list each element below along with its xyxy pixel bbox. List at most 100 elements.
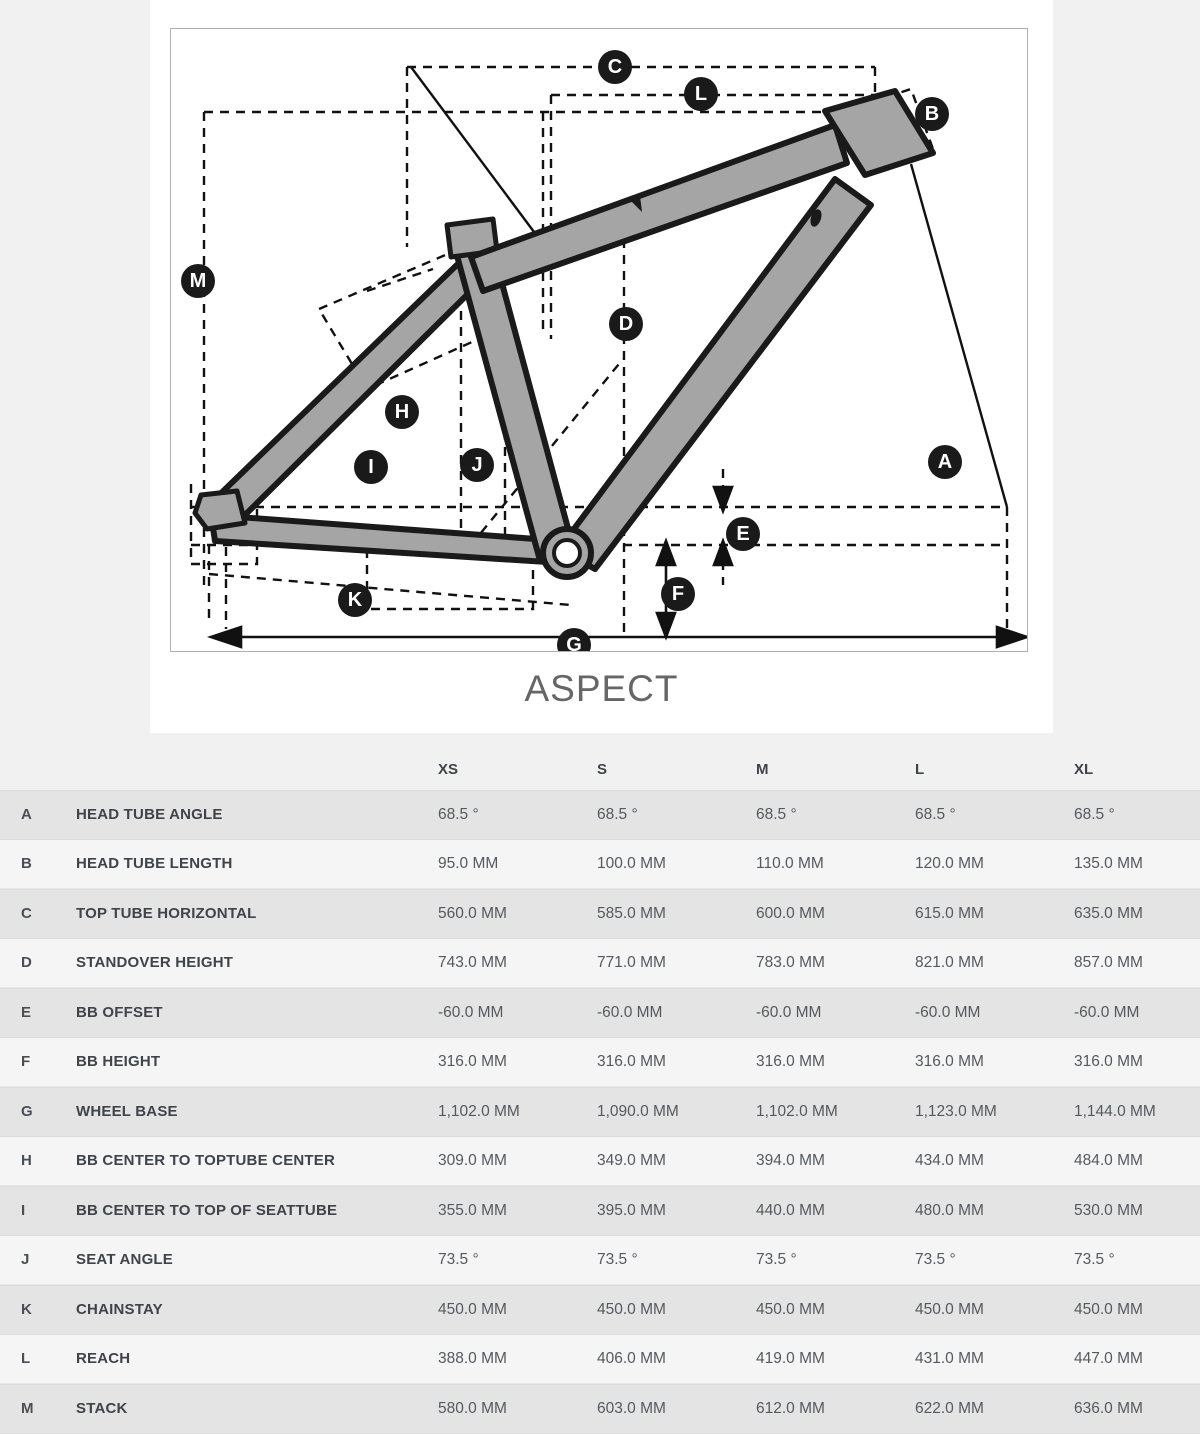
table-row: D STANDOVER HEIGHT 743.0 MM 771.0 MM 783.0 M…: [0, 938, 1200, 988]
table-row: G WHEEL BASE 1,102.0 MM 1,090.0 MM 1,102.0 M…: [0, 1087, 1200, 1137]
row-label: SEAT ANGLE: [76, 1251, 174, 1269]
table-header-size-xl: XL: [1074, 761, 1094, 778]
row-value-s: 73.5 °: [597, 1250, 638, 1268]
row-key: K: [21, 1301, 32, 1319]
row-value-xs: 316.0 MM: [438, 1052, 507, 1070]
bike-geometry-drawing: [189, 65, 1027, 649]
row-key: I: [21, 1202, 26, 1220]
geometry-diagram-card: ABCDEFGHIJKLM ASPECT: [150, 0, 1053, 733]
diagram-marker-i: I: [354, 450, 388, 484]
row-value-s: 603.0 MM: [597, 1399, 666, 1417]
row-value-s: 406.0 MM: [597, 1349, 666, 1367]
diagram-marker-j: J: [460, 448, 494, 482]
row-value-xs: 388.0 MM: [438, 1349, 507, 1367]
row-value-xl: 135.0 MM: [1074, 854, 1143, 872]
table-row: A HEAD TUBE ANGLE 68.5 ° 68.5 ° 68.5 ° 68.5 °…: [0, 790, 1200, 840]
row-value-l: 120.0 MM: [915, 854, 984, 872]
row-value-l: 316.0 MM: [915, 1052, 984, 1070]
row-value-s: 68.5 °: [597, 805, 638, 823]
row-label: BB HEIGHT: [76, 1053, 161, 1071]
table-row: E BB OFFSET -60.0 MM -60.0 MM -60.0 MM -60.0 …: [0, 988, 1200, 1038]
row-value-xl: 1,144.0 MM: [1074, 1102, 1156, 1120]
table-row: J SEAT ANGLE 73.5 ° 73.5 ° 73.5 ° 73.5 ° 73.5 …: [0, 1235, 1200, 1285]
bb-offset-height-arrows: [655, 485, 734, 641]
table-row: K CHAINSTAY 450.0 MM 450.0 MM 450.0 MM 450.0 …: [0, 1285, 1200, 1335]
row-value-l: 821.0 MM: [915, 953, 984, 971]
row-value-m: 73.5 °: [756, 1250, 797, 1268]
row-value-xl: 530.0 MM: [1074, 1201, 1143, 1219]
row-value-xl: 857.0 MM: [1074, 953, 1143, 971]
diagram-marker-a: A: [928, 445, 962, 479]
row-key: F: [21, 1053, 31, 1071]
frame-silhouette: [192, 88, 936, 580]
row-value-m: 316.0 MM: [756, 1052, 825, 1070]
row-value-s: 100.0 MM: [597, 854, 666, 872]
row-value-xs: 73.5 °: [438, 1250, 479, 1268]
row-value-s: 585.0 MM: [597, 904, 666, 922]
row-value-m: 440.0 MM: [756, 1201, 825, 1219]
row-value-l: 431.0 MM: [915, 1349, 984, 1367]
row-value-s: 1,090.0 MM: [597, 1102, 679, 1120]
table-header-row: XS S M L XL: [0, 733, 1200, 790]
diagram-marker-l: L: [684, 77, 718, 111]
row-key: J: [21, 1251, 30, 1269]
geometry-table: XS S M L XL A HEAD TUBE ANGLE 68.5 ° 68.5 ° 68.5…: [0, 733, 1200, 1434]
row-value-s: 450.0 MM: [597, 1300, 666, 1318]
row-value-xs: 355.0 MM: [438, 1201, 507, 1219]
row-value-m: -60.0 MM: [756, 1003, 822, 1021]
row-label: REACH: [76, 1350, 131, 1368]
row-value-xs: 450.0 MM: [438, 1300, 507, 1318]
row-value-l: 68.5 °: [915, 805, 956, 823]
row-key: H: [21, 1152, 32, 1170]
row-key: C: [21, 905, 32, 923]
row-label: HEAD TUBE LENGTH: [76, 855, 233, 873]
row-value-l: -60.0 MM: [915, 1003, 981, 1021]
row-label: STANDOVER HEIGHT: [76, 954, 234, 972]
row-key: G: [21, 1103, 33, 1121]
row-key: L: [21, 1350, 31, 1368]
model-name-title: ASPECT: [524, 668, 679, 709]
row-value-s: 771.0 MM: [597, 953, 666, 971]
row-value-m: 600.0 MM: [756, 904, 825, 922]
row-label: HEAD TUBE ANGLE: [76, 806, 223, 824]
row-label: STACK: [76, 1400, 128, 1418]
row-value-m: 1,102.0 MM: [756, 1102, 838, 1120]
row-value-l: 622.0 MM: [915, 1399, 984, 1417]
row-value-l: 615.0 MM: [915, 904, 984, 922]
table-header-size-s: S: [597, 761, 608, 778]
row-value-xs: 309.0 MM: [438, 1151, 507, 1169]
row-value-m: 110.0 MM: [756, 854, 824, 872]
row-label: BB OFFSET: [76, 1004, 163, 1022]
row-value-xl: 68.5 °: [1074, 805, 1115, 823]
diagram-marker-h: H: [385, 395, 419, 429]
table-header-size-xs: XS: [438, 761, 459, 778]
row-value-xs: 1,102.0 MM: [438, 1102, 520, 1120]
row-label: BB CENTER TO TOPTUBE CENTER: [76, 1152, 336, 1170]
diagram-marker-m: M: [181, 264, 215, 298]
table-row: L REACH 388.0 MM 406.0 MM 419.0 MM 431.0 MM 44…: [0, 1334, 1200, 1384]
row-value-xs: 68.5 °: [438, 805, 479, 823]
row-value-xl: 73.5 °: [1074, 1250, 1115, 1268]
row-key: D: [21, 954, 32, 972]
table-row: B HEAD TUBE LENGTH 95.0 MM 100.0 MM 110.0 MM…: [0, 839, 1200, 889]
table-header-size-l: L: [915, 761, 925, 778]
row-value-xs: 580.0 MM: [438, 1399, 507, 1417]
row-key: E: [21, 1004, 32, 1022]
row-value-xs: -60.0 MM: [438, 1003, 504, 1021]
row-value-xl: 447.0 MM: [1074, 1349, 1143, 1367]
table-row: H BB CENTER TO TOPTUBE CENTER 309.0 MM 349.…: [0, 1136, 1200, 1186]
wheelbase-arrow: [206, 625, 1027, 649]
row-value-s: 316.0 MM: [597, 1052, 666, 1070]
row-value-s: 349.0 MM: [597, 1151, 666, 1169]
row-value-l: 450.0 MM: [915, 1300, 984, 1318]
row-value-xl: 635.0 MM: [1074, 904, 1143, 922]
geometry-diagram-box: ABCDEFGHIJKLM: [170, 28, 1028, 652]
row-value-s: -60.0 MM: [597, 1003, 663, 1021]
table-header-size-m: M: [756, 761, 769, 778]
row-key: A: [21, 806, 32, 824]
row-value-xs: 743.0 MM: [438, 953, 507, 971]
row-value-m: 450.0 MM: [756, 1300, 825, 1318]
row-value-l: 73.5 °: [915, 1250, 956, 1268]
row-value-xs: 95.0 MM: [438, 854, 499, 872]
diagram-marker-d: D: [609, 307, 643, 341]
